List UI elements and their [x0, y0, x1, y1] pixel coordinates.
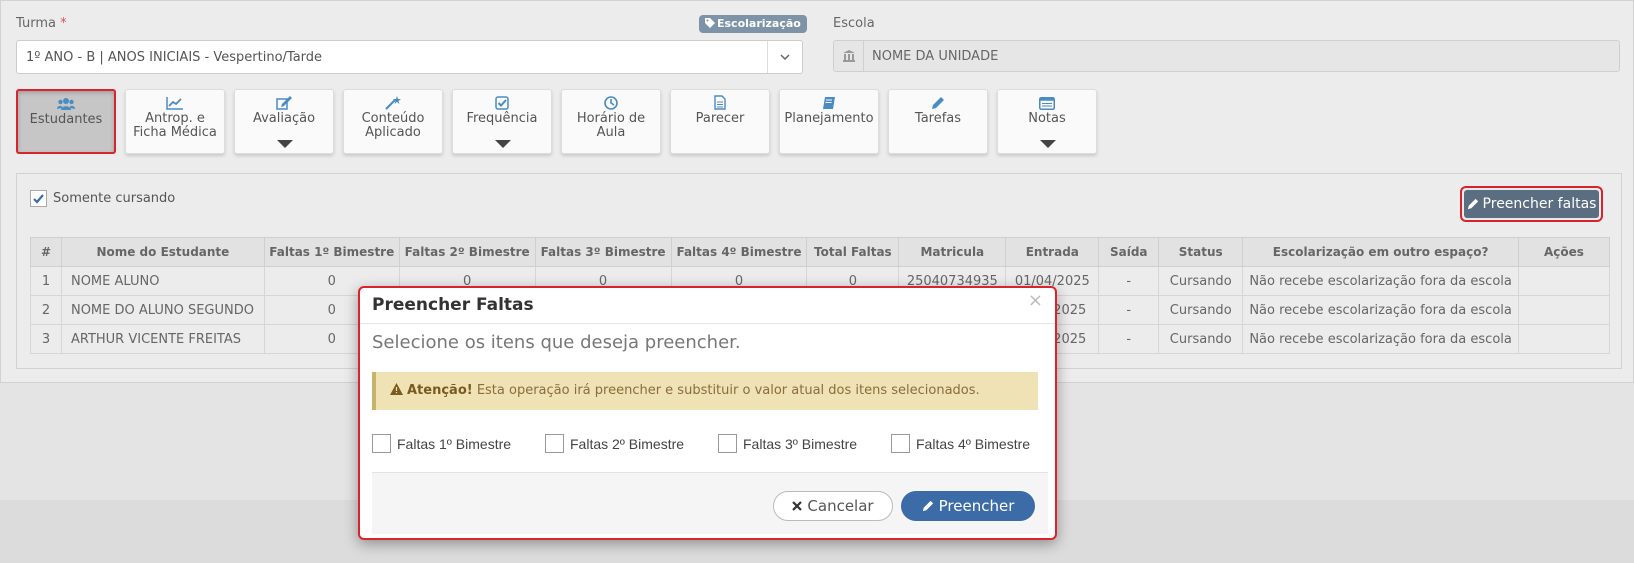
table-cell: NOME DO ALUNO SEGUNDO	[60, 295, 265, 325]
institution-icon	[834, 41, 864, 71]
table-cell: ARTHUR VICENTE FREITAS	[60, 324, 265, 354]
column-header[interactable]: Faltas 4º Bimestre	[670, 237, 808, 267]
table-cell: Cursando	[1158, 295, 1244, 325]
pencil-icon	[1467, 198, 1478, 210]
column-header[interactable]: Faltas 1º Bimestre	[263, 237, 400, 267]
table-cell	[1517, 295, 1611, 325]
table-cell: Não recebe escolarização fora da escola	[1242, 266, 1519, 296]
column-header[interactable]: Status	[1158, 237, 1244, 267]
modal-subtitle: Selecione os itens que deseja preencher.	[372, 332, 741, 353]
warning-icon	[390, 383, 403, 395]
escola-label: Escola	[833, 16, 875, 31]
warning-text: Esta operação irá preencher e substituir…	[472, 383, 980, 398]
escola-field: NOME DA UNIDADE	[833, 40, 1620, 72]
clock-icon	[604, 96, 618, 110]
column-header[interactable]: Entrada	[1005, 237, 1100, 267]
modal-footer: Cancelar Preencher	[372, 472, 1048, 534]
escolarizacao-badge: Escolarização	[699, 15, 807, 33]
table-cell	[1517, 324, 1611, 354]
users-icon	[57, 98, 75, 110]
caret-down-icon	[1040, 140, 1056, 148]
preencher-faltas-highlight: Preencher faltas	[1460, 186, 1603, 222]
warning-strong: Atenção!	[407, 383, 473, 398]
tile-conteudo-aplicado[interactable]: Conteúdo Aplicado	[343, 89, 443, 154]
checkbox[interactable]	[718, 434, 737, 453]
tile-frequencia[interactable]: Frequência	[452, 89, 552, 154]
turma-select-value: 1º ANO - B | ANOS INICIAIS - Vespertino/…	[26, 50, 323, 65]
column-header: Ações	[1517, 237, 1611, 267]
preencher-faltas-button[interactable]: Preencher faltas	[1464, 190, 1599, 218]
table-cell: -	[1098, 295, 1160, 325]
cancel-button[interactable]: Cancelar	[773, 491, 893, 521]
tile-parecer[interactable]: Parecer	[670, 89, 770, 154]
chevron-down-icon[interactable]	[767, 41, 802, 73]
tile-antrop-ficha-medica[interactable]: Antrop. e Ficha Médica	[125, 89, 225, 154]
turma-select[interactable]: 1º ANO - B | ANOS INICIAIS - Vespertino/…	[16, 40, 803, 74]
modal-header-divider	[360, 323, 1055, 324]
tile-notas[interactable]: Notas	[997, 89, 1097, 154]
check-icon	[33, 194, 44, 204]
table-cell: 3	[30, 324, 62, 354]
checkbox[interactable]	[891, 434, 910, 453]
tile-tarefas[interactable]: Tarefas	[888, 89, 988, 154]
column-header[interactable]: Nome do Estudante	[60, 237, 265, 267]
preencher-faltas-modal: Preencher Faltas × Selecione os itens qu…	[358, 286, 1057, 540]
edit-icon	[276, 96, 292, 110]
checkbox[interactable]	[372, 434, 391, 453]
modal-title: Preencher Faltas	[372, 295, 534, 315]
column-header[interactable]: Saída	[1098, 237, 1160, 267]
pencil-icon	[932, 97, 944, 109]
table-cell: -	[1098, 324, 1160, 354]
warning-alert: Atenção! Esta operação irá preencher e s…	[372, 372, 1038, 410]
file-text-icon	[714, 95, 726, 110]
somente-cursando-checkbox[interactable]: Somente cursando	[30, 190, 175, 207]
caret-down-icon	[277, 140, 293, 148]
column-header[interactable]: Faltas 2º Bimestre	[398, 237, 536, 267]
checkbox-checked[interactable]	[30, 190, 47, 207]
table-cell: Não recebe escolarização fora da escola	[1242, 295, 1519, 325]
tile-horario-aula[interactable]: Horário de Aula	[561, 89, 661, 154]
list-alt-icon	[1039, 97, 1055, 110]
escola-value: NOME DA UNIDADE	[872, 49, 999, 64]
option-faltas-4-bimestre[interactable]: Faltas 4º Bimestre	[891, 434, 1030, 453]
caret-down-icon	[495, 140, 511, 148]
table-cell: Cursando	[1158, 266, 1244, 296]
column-header[interactable]: Escolarização em outro espaço?	[1242, 237, 1519, 267]
close-icon	[792, 501, 803, 511]
table-cell	[1517, 266, 1611, 296]
option-faltas-1-bimestre[interactable]: Faltas 1º Bimestre	[372, 434, 511, 453]
chart-line-icon	[166, 97, 183, 110]
table-header-row: # Nome do Estudante Faltas 1º Bimestre F…	[30, 237, 1611, 267]
checkbox[interactable]	[545, 434, 564, 453]
tile-avaliacao[interactable]: Avaliação	[234, 89, 334, 154]
column-header[interactable]: Matricula	[898, 237, 1007, 267]
table-cell: 1	[30, 266, 62, 296]
magic-wand-icon	[385, 96, 401, 110]
table-cell: NOME ALUNO	[60, 266, 265, 296]
option-faltas-3-bimestre[interactable]: Faltas 3º Bimestre	[718, 434, 857, 453]
preencher-button[interactable]: Preencher	[901, 491, 1035, 521]
turma-label: Turma *	[16, 16, 67, 31]
table-cell: 2	[30, 295, 62, 325]
tile-planejamento[interactable]: Planejamento	[779, 89, 879, 154]
table-cell: Não recebe escolarização fora da escola	[1242, 324, 1519, 354]
book-icon	[823, 97, 835, 109]
option-faltas-2-bimestre[interactable]: Faltas 2º Bimestre	[545, 434, 684, 453]
tag-icon	[705, 18, 715, 28]
check-square-icon	[495, 96, 509, 110]
column-header[interactable]: Faltas 3º Bimestre	[534, 237, 672, 267]
tile-estudantes[interactable]: Estudantes	[16, 89, 116, 154]
column-header[interactable]: Total Faltas	[806, 237, 900, 267]
pencil-icon	[922, 500, 933, 512]
close-icon[interactable]: ×	[1028, 290, 1043, 311]
column-header[interactable]: #	[30, 237, 62, 267]
table-cell: Cursando	[1158, 324, 1244, 354]
table-cell: -	[1098, 266, 1160, 296]
